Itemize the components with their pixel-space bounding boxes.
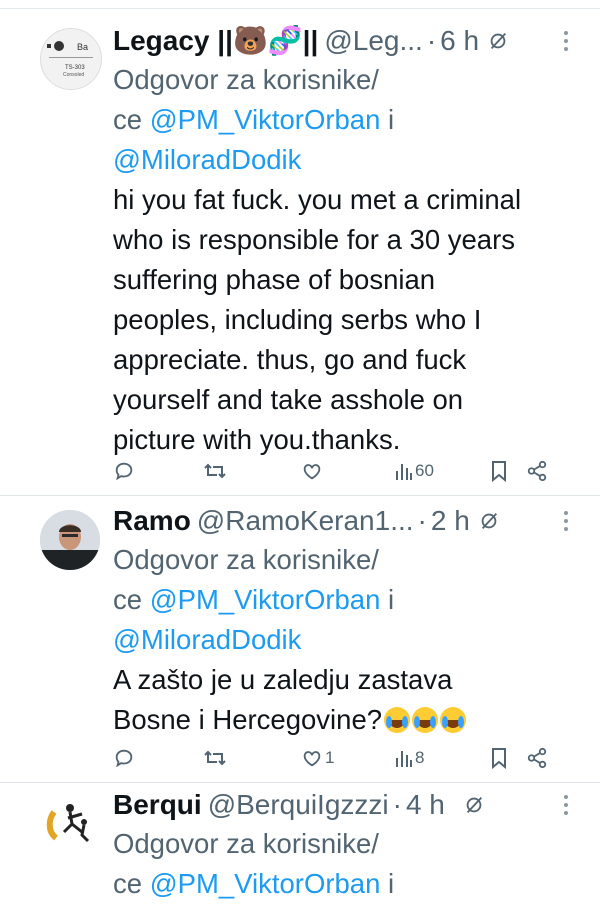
reply-context-ce: ce [113, 868, 150, 899]
mention-dodik[interactable]: @MiloradDodik [113, 144, 301, 175]
share-button[interactable] [526, 743, 548, 773]
reply-context-line3: @MiloradDodik [113, 620, 578, 660]
timestamp[interactable]: 2 h [431, 502, 470, 540]
timestamp[interactable]: 6 h [440, 22, 479, 60]
avatar-label-bot: Consoled [63, 72, 84, 78]
retweet-button[interactable] [203, 456, 227, 486]
bookmark-button[interactable] [490, 743, 508, 773]
mention-orban[interactable]: @PM_ViktorOrban [150, 868, 381, 899]
more-icon[interactable] [554, 792, 578, 818]
retweet-icon [204, 750, 226, 766]
avatar-label-mid: TS-303 [65, 65, 85, 71]
like-icon [303, 751, 321, 767]
tweet-berqui[interactable]: Berqui @BerquiIgzzzi · 4 h Odgovor za ko… [0, 784, 600, 900]
user-handle[interactable]: @BerquiIgzzzi [208, 786, 389, 824]
tweet-legacy[interactable]: Ba TS-303 Consoled Legacy ||🐻🧬|| @Leg...… [0, 14, 600, 492]
reply-icon [115, 749, 133, 768]
reply-context-ce: ce [113, 104, 150, 135]
tweet-actions: 1 8 [113, 743, 553, 773]
avatar[interactable]: Ba TS-303 Consoled [40, 28, 102, 90]
tweet-text-line1: A zašto je u zaledju zastava [113, 664, 453, 695]
view-count: 8 [415, 748, 425, 767]
reply-button[interactable] [113, 456, 135, 486]
user-handle[interactable]: @RamoKeran1... [197, 502, 414, 540]
grok-icon[interactable] [478, 510, 500, 532]
laughing-crying-emoji [440, 707, 467, 733]
bookmark-button[interactable] [490, 456, 508, 486]
reply-context-conj: i [380, 868, 395, 899]
laughing-crying-emoji [384, 707, 411, 733]
separator-dot: · [392, 789, 402, 820]
reply-context-conj: i [380, 584, 395, 615]
share-icon [527, 460, 547, 482]
like-button[interactable]: 1 [301, 743, 334, 773]
share-button[interactable] [526, 456, 548, 486]
avatar-image: Ba TS-303 Consoled [41, 29, 101, 89]
retweet-button[interactable] [203, 743, 227, 773]
tweet-ramo[interactable]: Ramo @RamoKeran1... · 2 h Odgovor za kor… [0, 497, 600, 780]
tweet-header: Legacy ||🐻🧬|| @Leg... · 6 h [113, 22, 578, 60]
timestamp[interactable]: 4 h [406, 786, 445, 824]
reply-context-conj: i [380, 104, 395, 135]
avatar-image [40, 792, 100, 852]
mention-orban[interactable]: @PM_ViktorOrban [150, 584, 381, 615]
user-handle[interactable]: @Leg... [324, 22, 422, 60]
reply-context-ce: ce [113, 584, 150, 615]
avatar-label-top: Ba [77, 42, 88, 52]
separator-dot: · [426, 25, 437, 56]
view-count: 60 [415, 461, 434, 480]
tweet-divider [0, 782, 600, 783]
reply-context-line2: ce @PM_ViktorOrban i [113, 580, 578, 620]
retweet-icon [204, 463, 226, 479]
mention-dodik[interactable]: @MiloradDodik [113, 624, 301, 655]
reply-context-line1: Odgovor za korisnike/ [113, 64, 379, 95]
views-icon [396, 751, 412, 767]
views-button[interactable]: 60 [395, 456, 434, 486]
tweet-text: hi you fat fuck. you met a criminal who … [113, 184, 522, 455]
share-icon [527, 747, 547, 769]
reply-button[interactable] [113, 743, 135, 773]
top-divider [0, 8, 600, 9]
reply-context-line2: ce @PM_ViktorOrban i [113, 864, 578, 904]
tweet-actions: 60 [113, 456, 553, 486]
separator-dot: · [417, 505, 427, 536]
grok-icon[interactable] [487, 30, 509, 52]
like-button[interactable] [301, 456, 325, 486]
display-name[interactable]: Ramo [113, 502, 191, 540]
tweet-header: Berqui @BerquiIgzzzi · 4 h [113, 786, 578, 824]
reply-context-line1: Odgovor za korisnike/ [113, 828, 379, 859]
reply-context-line1: Odgovor za korisnike/ [113, 544, 379, 575]
reply-icon [115, 462, 133, 481]
mention-orban[interactable]: @PM_ViktorOrban [150, 104, 381, 135]
views-icon [396, 464, 412, 480]
reply-context-line2: ce @PM_ViktorOrban i [113, 100, 578, 140]
like-icon [303, 464, 321, 480]
grok-icon[interactable] [463, 794, 485, 816]
bookmark-icon [492, 461, 506, 482]
bookmark-icon [492, 748, 506, 769]
display-name[interactable]: Legacy ||🐻🧬|| [113, 22, 318, 60]
avatar[interactable] [40, 510, 100, 570]
avatar-image [40, 510, 100, 570]
reply-context-line3: @MiloradDodik [113, 140, 578, 180]
tweet-text-line2: Bosne i Hercegovine? [113, 704, 383, 735]
tweet-header: Ramo @RamoKeran1... · 2 h [113, 502, 578, 540]
like-count: 1 [325, 748, 335, 767]
tweet-divider [0, 495, 600, 496]
more-icon[interactable] [554, 28, 578, 54]
views-button[interactable]: 8 [395, 743, 424, 773]
display-name[interactable]: Berqui [113, 786, 202, 824]
more-icon[interactable] [554, 508, 578, 534]
tweet-text: A zašto je u zaledju zastava Bosne i Herc… [113, 660, 578, 740]
laughing-crying-emoji [412, 707, 439, 733]
avatar[interactable] [40, 792, 100, 852]
